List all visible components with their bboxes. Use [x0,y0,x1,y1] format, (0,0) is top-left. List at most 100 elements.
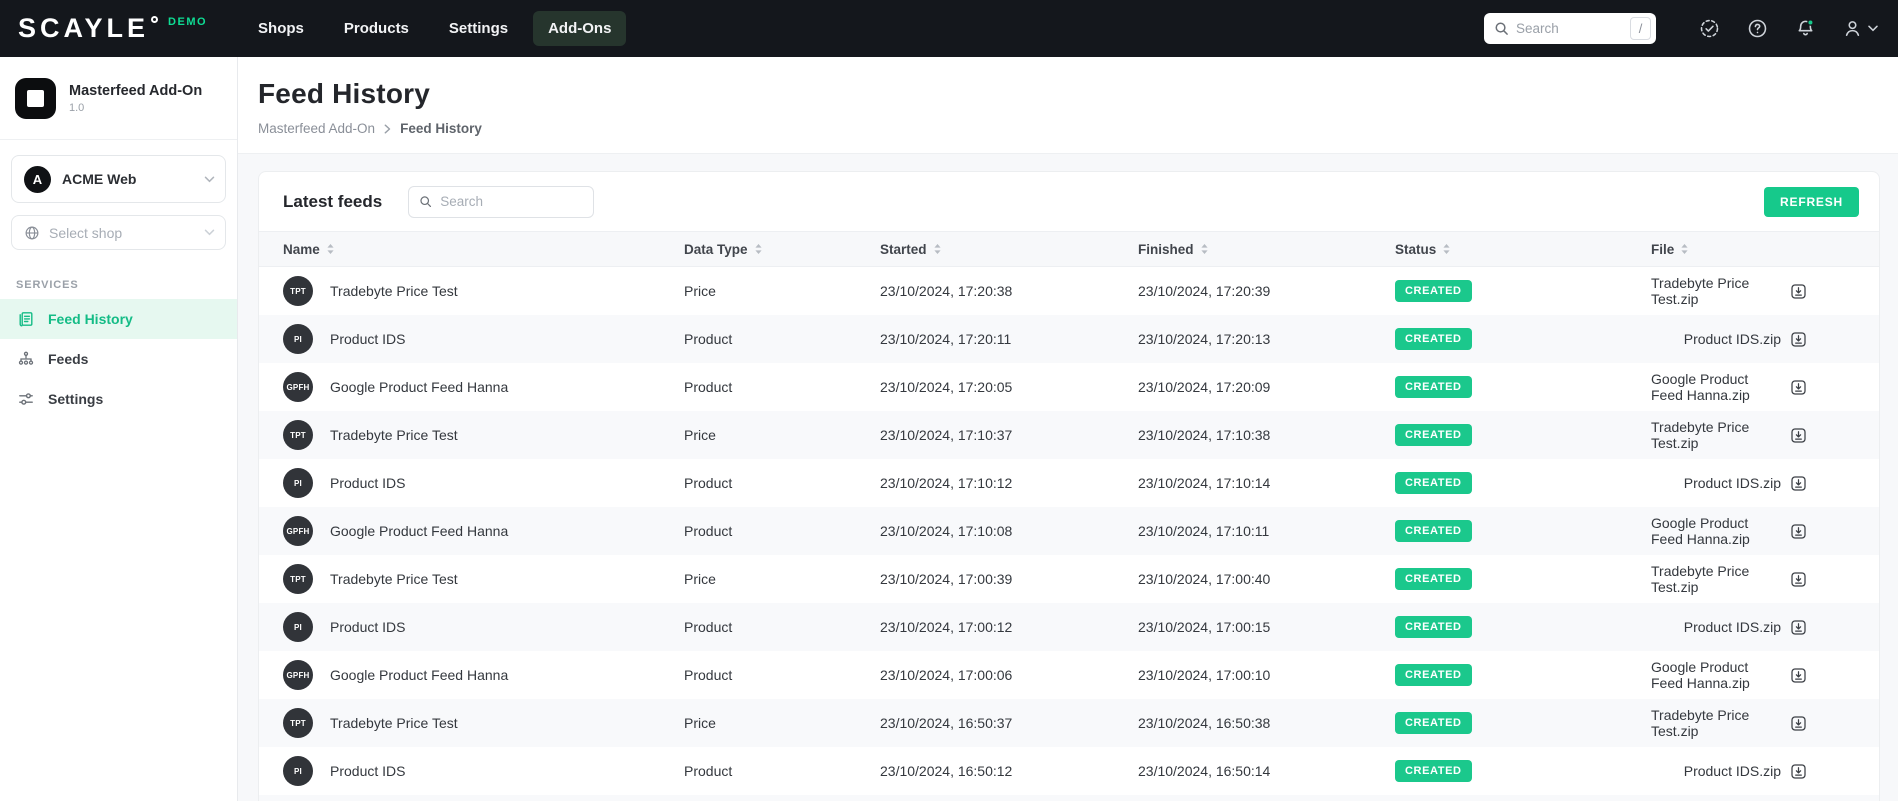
column-header-name[interactable]: Name [283,242,684,257]
sort-icon [754,244,762,254]
addon-name: Masterfeed Add-On [69,83,203,99]
shop-selector[interactable]: Select shop [11,215,226,250]
nav-item-settings[interactable]: Settings [434,11,523,46]
page-header: Feed History Masterfeed Add-On Feed Hist… [238,57,1898,154]
feed-file-name: Tradebyte Price Test.zip [1651,275,1750,307]
download-icon[interactable] [1790,283,1807,300]
nav-item-shops[interactable]: Shops [243,11,319,46]
feed-file-name: Product IDS.zip [1683,619,1781,635]
download-icon[interactable] [1790,715,1807,732]
download-icon[interactable] [1790,763,1807,780]
settings-sliders-icon [17,390,35,408]
sidebar-item-feeds[interactable]: Feeds [0,339,237,379]
table-row[interactable]: PI Product IDS Product 23/10/2024, 17:00… [259,603,1879,651]
table-row[interactable]: TPT Tradebyte Price Test Price 23/10/202… [259,411,1879,459]
table-row[interactable]: PI Product IDS Product 23/10/2024, 17:20… [259,315,1879,363]
divider [0,139,237,140]
notifications-bell-icon[interactable] [1794,18,1816,40]
feed-avatar: PI [283,756,313,786]
feed-started-timestamp: 23/10/2024, 17:00:39 [880,571,1013,587]
status-badge: CREATED [1395,328,1472,350]
feed-avatar: GPFH [283,516,313,546]
feed-finished-timestamp: 23/10/2024, 17:10:11 [1138,523,1270,539]
nav-item-add-ons[interactable]: Add-Ons [533,11,627,46]
column-header-data-type[interactable]: Data Type [684,242,880,257]
download-icon[interactable] [1790,619,1807,636]
table-row[interactable]: PI Product IDS Product 23/10/2024, 16:50… [259,747,1879,795]
logo-dot-icon [151,16,159,23]
search-icon [1495,22,1508,35]
help-icon[interactable] [1746,18,1768,40]
feeds-search[interactable] [408,185,595,218]
download-icon[interactable] [1790,475,1807,492]
sidebar-item-feed-history[interactable]: Feed History [0,299,237,339]
feed-file-name: Google Product Feed Hanna.zip [1651,515,1750,547]
breadcrumb-parent[interactable]: Masterfeed Add-On [258,121,375,136]
feed-data-type: Product [684,475,733,491]
company-selector[interactable]: A ACME Web [11,155,226,203]
services-section-label: SERVICES [16,279,79,291]
feed-started-timestamp: 23/10/2024, 17:20:11 [880,331,1012,347]
download-icon[interactable] [1790,571,1807,588]
feed-avatar: GPFH [283,660,313,690]
table-row[interactable]: GPFH Google Product Feed Hanna Product 2… [259,651,1879,699]
card-title: Latest feeds [283,191,383,211]
content-area: Latest feeds REFRESH Name Data Type Star… [238,154,1898,801]
status-badge: CREATED [1395,280,1472,302]
status-badge: CREATED [1395,472,1472,494]
feed-avatar: TPT [283,564,313,594]
feed-data-type: Product [684,379,733,395]
feed-name: Tradebyte Price Test [330,715,458,731]
feed-started-timestamp: 23/10/2024, 17:20:38 [880,283,1013,299]
table-row[interactable]: TPT Tradebyte Price Test Price 23/10/202… [259,699,1879,747]
feed-data-type: Price [684,427,716,443]
download-icon[interactable] [1790,523,1807,540]
column-header-finished[interactable]: Finished [1138,242,1395,257]
feed-finished-timestamp: 23/10/2024, 17:20:09 [1138,379,1271,395]
feed-file-name: Google Product Feed Hanna.zip [1651,371,1750,403]
feed-file-name: Google Product Feed Hanna.zip [1651,659,1750,691]
feed-started-timestamp: 23/10/2024, 17:10:37 [880,427,1013,443]
table-row[interactable]: GPFH Google Product Feed Hanna Product 2… [259,363,1879,411]
column-header-started[interactable]: Started [880,242,1138,257]
search-shortcut-key: / [1630,17,1651,40]
download-icon[interactable] [1790,427,1807,444]
sort-icon [1200,244,1208,254]
table-row[interactable]: TPT Tradebyte Price Test Price 23/10/202… [259,555,1879,603]
sidebar-item-settings[interactable]: Settings [0,379,237,419]
feed-finished-timestamp: 23/10/2024, 17:00:40 [1138,571,1271,587]
status-badge: CREATED [1395,616,1472,638]
feed-avatar: TPT [283,420,313,450]
feed-name: Product IDS [330,619,406,635]
feed-finished-timestamp: 23/10/2024, 17:00:15 [1138,619,1271,635]
column-header-status[interactable]: Status [1395,242,1651,257]
refresh-button[interactable]: REFRESH [1764,186,1859,217]
feed-history-icon [17,310,35,328]
table-row[interactable]: PI Product IDS Product 23/10/2024, 17:10… [259,459,1879,507]
status-badge: CREATED [1395,424,1472,446]
scayle-logo[interactable]: SCAYLE DEMO [18,15,207,42]
table-row[interactable]: GPFH Google Product Feed Hanna Product 2… [259,507,1879,555]
download-icon[interactable] [1790,379,1807,396]
table-header: Name Data Type Started Finished Status F… [259,232,1879,267]
feed-finished-timestamp: 23/10/2024, 17:00:10 [1138,667,1271,683]
card-header: Latest feeds REFRESH [259,172,1879,232]
download-icon[interactable] [1790,667,1807,684]
feed-name: Google Product Feed Hanna [330,379,509,395]
nav-item-products[interactable]: Products [329,11,424,46]
page-title: Feed History [258,78,430,109]
feed-data-type: Price [684,715,716,731]
feed-finished-timestamp: 23/10/2024, 17:20:13 [1138,331,1271,347]
activity-check-icon[interactable] [1698,18,1720,40]
global-search[interactable]: / [1484,13,1656,44]
chevron-down-icon [204,229,215,236]
feeds-search-input[interactable] [440,194,584,209]
account-menu[interactable] [1842,18,1878,39]
feed-name: Tradebyte Price Test [330,571,458,587]
column-header-file[interactable]: File [1651,242,1879,257]
sort-icon [1681,244,1688,254]
global-search-input[interactable] [1516,21,1630,36]
feed-started-timestamp: 23/10/2024, 17:20:05 [880,379,1013,395]
download-icon[interactable] [1790,331,1807,348]
table-row[interactable]: TPT Tradebyte Price Test Price 23/10/202… [259,267,1879,315]
